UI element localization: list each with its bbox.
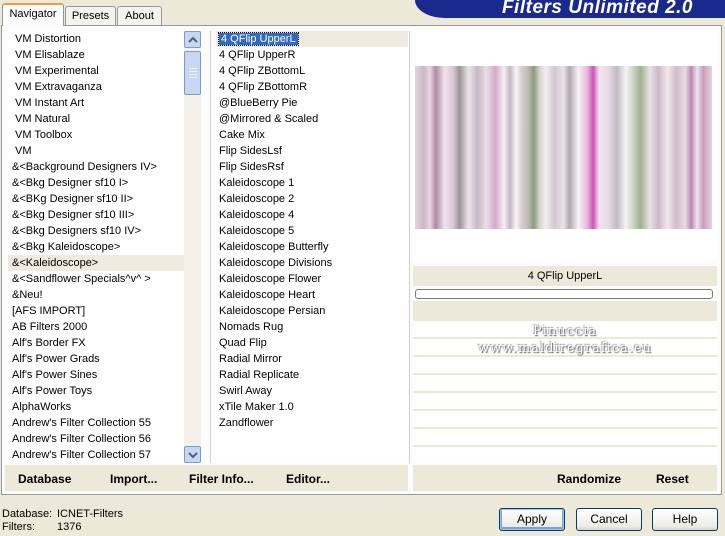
filter-item[interactable]: Kaleidoscope 4 — [216, 207, 408, 223]
category-item[interactable]: Alf's Power Toys — [8, 383, 184, 399]
category-item[interactable]: Andrew's Filter Collection 57 — [8, 447, 184, 463]
filter-item[interactable]: Cake Mix — [216, 127, 408, 143]
scroll-down-button[interactable] — [184, 446, 201, 463]
filter-item[interactable]: Kaleidoscope Butterfly — [216, 239, 408, 255]
right-button-bar: Randomize Reset — [413, 465, 717, 491]
scroll-up-button[interactable] — [184, 31, 201, 48]
filter-item[interactable]: 4 QFlip UpperR — [216, 47, 408, 63]
filter-item[interactable]: Kaleidoscope 1 — [216, 175, 408, 191]
scroll-thumb[interactable] — [184, 51, 201, 95]
filter-item[interactable]: Nomads Rug — [216, 319, 408, 335]
category-item[interactable]: Alf's Border FX — [8, 335, 184, 351]
chevron-down-icon — [188, 452, 198, 459]
filter-item[interactable]: @Mirrored & Scaled — [216, 111, 408, 127]
selected-filter-name: 4 QFlip UpperL — [413, 266, 717, 286]
category-item[interactable]: Alf's Power Grads — [8, 351, 184, 367]
reset-button[interactable]: Reset — [656, 465, 689, 491]
filter-item[interactable]: xTile Maker 1.0 — [216, 399, 408, 415]
filter-item[interactable]: Radial Mirror — [216, 351, 408, 367]
progress-bar — [415, 289, 713, 299]
status-database: Database: ICNET-Filters — [2, 508, 123, 520]
category-item[interactable]: Andrew's Filter Collection 55 — [8, 415, 184, 431]
category-item[interactable]: VM Natural — [8, 111, 184, 127]
category-item[interactable]: VM Elisablaze — [8, 47, 184, 63]
tab-presets[interactable]: Presets — [65, 6, 116, 25]
category-item[interactable]: AlphaWorks — [8, 399, 184, 415]
category-item[interactable]: &<Bkg Designer sf10 I> — [8, 175, 184, 191]
watermark: Pinuccia www.maldiregrafica.eu — [477, 324, 653, 356]
filter-item[interactable]: Kaleidoscope 5 — [216, 223, 408, 239]
filter-item[interactable]: Kaleidoscope Heart — [216, 287, 408, 303]
apply-button[interactable]: Apply — [499, 508, 565, 531]
category-item[interactable]: VM — [8, 143, 184, 159]
app-title: Filters Unlimited 2.0 — [501, 0, 693, 18]
filter-item[interactable]: 4 QFlip UpperL — [216, 31, 408, 47]
category-item[interactable]: &<Bkg Designer sf10 III> — [8, 207, 184, 223]
filter-item[interactable]: Quad Flip — [216, 335, 408, 351]
category-item[interactable]: VM Toolbox — [8, 127, 184, 143]
filter-item[interactable]: Kaleidoscope 2 — [216, 191, 408, 207]
database-button[interactable]: Database — [18, 465, 71, 491]
filter-item[interactable]: Radial Replicate — [216, 367, 408, 383]
filter-item[interactable]: Kaleidoscope Persian — [216, 303, 408, 319]
category-item[interactable]: &<Background Designers IV> — [8, 159, 184, 175]
title-banner: Filters Unlimited 2.0 — [415, 0, 725, 18]
chevron-up-icon — [188, 36, 198, 43]
filter-item[interactable]: Flip SidesRsf — [216, 159, 408, 175]
help-button[interactable]: Help — [652, 508, 718, 531]
filter-item[interactable]: Zandflower — [216, 415, 408, 431]
category-item[interactable]: VM Extravaganza — [8, 79, 184, 95]
preview-image — [415, 66, 712, 229]
category-item[interactable]: &<Bkg Kaleidoscope> — [8, 239, 184, 255]
filter-item[interactable]: Swirl Away — [216, 383, 408, 399]
filter-item[interactable]: 4 QFlip ZBottomR — [216, 79, 408, 95]
category-scrollbar[interactable] — [184, 31, 201, 463]
cancel-button[interactable]: Cancel — [576, 508, 642, 531]
preview-area — [413, 31, 717, 261]
category-item[interactable]: Alf's Power Sines — [8, 367, 184, 383]
category-item[interactable]: AB Filters 2000 — [8, 319, 184, 335]
category-item[interactable]: VM Distortion — [8, 31, 184, 47]
category-item[interactable]: VM Experimental — [8, 63, 184, 79]
divider — [409, 31, 410, 463]
filter-info-button[interactable]: Filter Info... — [189, 465, 254, 491]
category-item[interactable]: Andrew's Filter Collection 56 — [8, 431, 184, 447]
filter-item[interactable]: 4 QFlip ZBottomL — [216, 63, 408, 79]
category-item[interactable]: &<Sandflower Specials^v^ > — [8, 271, 184, 287]
tab-about[interactable]: About — [117, 6, 162, 25]
filter-list[interactable]: 4 QFlip UpperL 4 QFlip UpperR 4 QFlip ZBot… — [216, 31, 408, 463]
status-filters: Filters: 1376 — [2, 521, 82, 533]
filter-item[interactable]: Kaleidoscope Divisions — [216, 255, 408, 271]
filter-item[interactable]: @BlueBerry Pie — [216, 95, 408, 111]
category-item[interactable]: VM Instant Art — [8, 95, 184, 111]
filter-item[interactable]: Flip SidesLsf — [216, 143, 408, 159]
filter-item[interactable]: Kaleidoscope Flower — [216, 271, 408, 287]
import-button[interactable]: Import... — [110, 465, 157, 491]
divider — [210, 31, 211, 463]
randomize-button[interactable]: Randomize — [557, 465, 621, 491]
category-list[interactable]: VM Distortion VM Elisablaze VM Experimenta… — [8, 31, 184, 463]
category-item[interactable]: &<Kaleidoscope> — [8, 255, 184, 271]
category-item[interactable]: &Neu! — [8, 287, 184, 303]
editor-button[interactable]: Editor... — [286, 465, 330, 491]
left-button-bar: Database Import... Filter Info... Editor… — [5, 465, 408, 491]
category-item[interactable]: [AFS IMPORT] — [8, 303, 184, 319]
tab-navigator[interactable]: Navigator — [2, 3, 64, 26]
category-item[interactable]: &<BKg Designer sf10 II> — [8, 191, 184, 207]
category-item[interactable]: &<Bkg Designers sf10 IV> — [8, 223, 184, 239]
